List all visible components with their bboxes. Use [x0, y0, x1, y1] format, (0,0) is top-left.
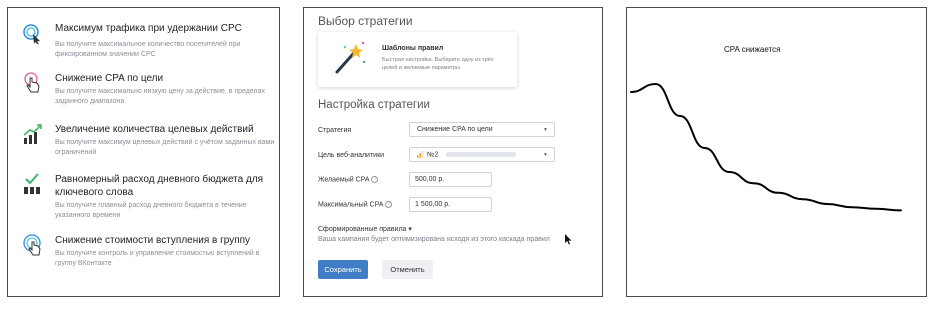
desired-cpa-label: Желаемый CPA?	[318, 176, 379, 184]
caret-down-icon: ▾	[408, 226, 412, 233]
redacted-text	[446, 152, 517, 157]
cursor-target-icon	[23, 24, 40, 44]
strategy-label: Стратегия	[318, 127, 352, 134]
analytics-goal-select[interactable]: №2 ▼	[409, 147, 555, 162]
template-title: Шаблоны правил	[382, 45, 444, 52]
cpa-chart-panel: CPA снижается	[626, 7, 927, 297]
desired-cpa-input[interactable]: 500,00 р.	[409, 172, 492, 187]
analytics-goal-label: Цель веб-аналитики	[318, 152, 385, 159]
strategy-panel: Выбор стратегии Шаблоны правил Быстрая н…	[303, 7, 603, 297]
page-title: Выбор стратегии	[318, 14, 413, 28]
generated-rules-title: Сформированные правила	[318, 226, 407, 233]
desired-cpa-label-text: Желаемый CPA	[318, 176, 370, 184]
check-bars-icon	[24, 173, 40, 194]
growth-chart-icon	[23, 124, 42, 144]
chevron-down-icon: ▼	[543, 127, 548, 133]
finger-tap-icon	[24, 72, 40, 93]
analytics-goal-value: №2	[427, 151, 439, 159]
cancel-button[interactable]: Отменить	[382, 260, 433, 279]
max-cpa-label: Максимальный CPA?	[318, 201, 393, 209]
max-cpa-input[interactable]: 1 500,00 р.	[409, 197, 492, 212]
strategy-select-value: Снижение CPA по цели	[417, 126, 493, 133]
goal-description: Вы получите контроль и управление стоимо…	[55, 250, 260, 267]
goals-panel: Максимум трафика при удержании CPC Вы по…	[7, 7, 280, 297]
max-cpa-label-text: Максимальный CPA	[318, 201, 384, 209]
goal-title: Увеличение количества целевых действий	[55, 124, 254, 135]
goal-description: Вы получите максимум целевых действий с …	[55, 139, 275, 156]
template-description: Быстрая настройка. Выберите одну из трёх…	[382, 57, 494, 71]
settings-title: Настройка стратегии	[318, 99, 430, 111]
save-button[interactable]: Сохранить	[318, 260, 368, 279]
help-icon[interactable]: ?	[371, 176, 379, 183]
chevron-down-icon: ▼	[543, 152, 548, 158]
cpa-line-chart	[630, 82, 902, 212]
goal-title: Снижение CPA по цели	[55, 73, 164, 84]
goal-title: Снижение стоимости вступления в группу	[55, 235, 251, 246]
goal-description: Вы получите максимально низкую цену за д…	[55, 88, 265, 105]
goal-title: Равномерный расход дневного бюджета для …	[55, 174, 264, 198]
generated-rules-toggle[interactable]: Сформированные правила ▾	[318, 225, 412, 233]
magic-wand-icon	[335, 41, 366, 74]
signal-bars-icon	[417, 151, 424, 158]
rule-templates-card[interactable]: Шаблоны правил Быстрая настройка. Выбери…	[318, 32, 517, 87]
goal-title: Максимум трафика при удержании CPC	[55, 23, 242, 34]
group-tap-icon	[23, 234, 41, 256]
cpa-series-line	[630, 82, 902, 212]
strategy-select[interactable]: Снижение CPA по цели ▼	[409, 122, 555, 137]
goal-description: Вы получите плавный расход дневного бюдж…	[55, 202, 247, 219]
goal-description: Вы получите максимальное количество посе…	[55, 41, 241, 58]
generated-rules-description: Ваша кампания будет оптимизирована исход…	[318, 236, 550, 243]
help-icon[interactable]: ?	[385, 201, 393, 208]
mouse-cursor-icon	[565, 234, 572, 245]
